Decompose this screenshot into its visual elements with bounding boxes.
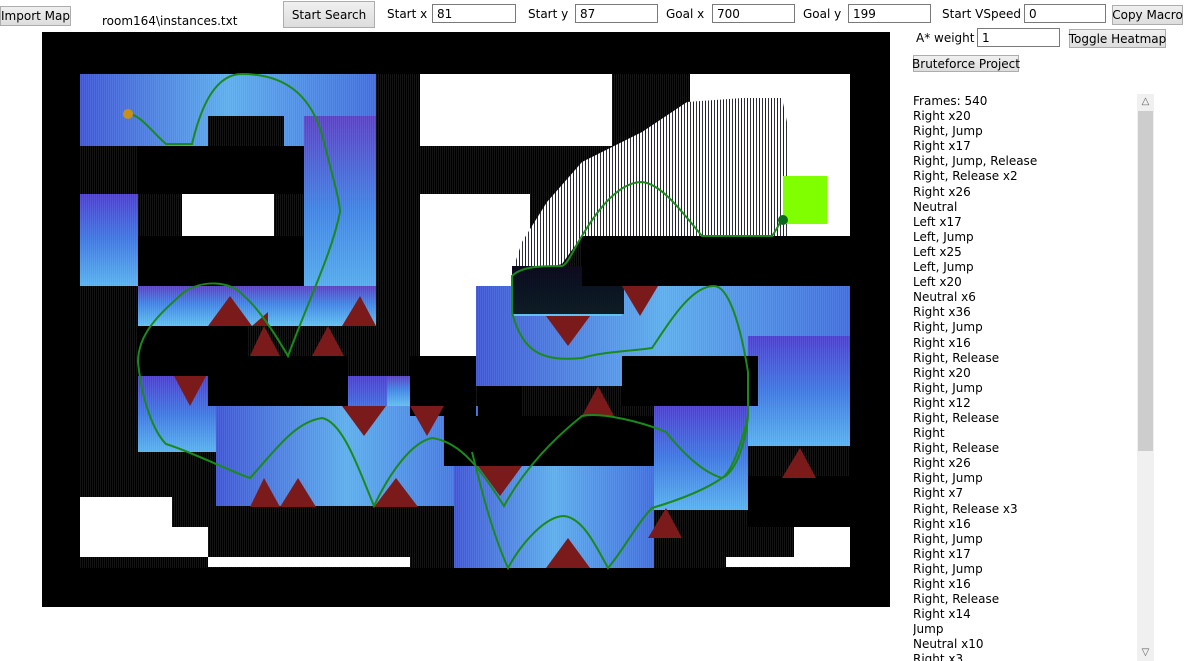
goal-y-label: Goal y — [803, 7, 842, 21]
goal-zone — [783, 176, 827, 224]
macro-list-item[interactable]: Right x16 — [913, 336, 1133, 351]
macro-list-item[interactable]: Right, Jump — [913, 320, 1133, 335]
import-map-button[interactable]: Import Map — [0, 6, 71, 26]
goal-x-input[interactable] — [712, 4, 795, 23]
goal-y-input[interactable] — [848, 4, 931, 23]
wall-block — [748, 476, 850, 527]
file-path-label: room164\instances.txt — [102, 14, 238, 28]
macro-list-item[interactable]: Right, Release — [913, 441, 1133, 456]
start-vspeed-input[interactable] — [1024, 4, 1106, 23]
wall-block — [138, 236, 304, 286]
start-x-input[interactable] — [432, 4, 516, 23]
macro-list-item[interactable]: Right, Jump — [913, 532, 1133, 547]
macro-list-item[interactable]: Right x36 — [913, 305, 1133, 320]
macro-list-item[interactable]: Frames: 540 — [913, 94, 1133, 109]
macro-list-item[interactable]: Jump — [913, 622, 1133, 637]
astar-weight-input[interactable] — [977, 28, 1060, 47]
macro-list-item[interactable]: Right, Release — [913, 592, 1133, 607]
macro-list-item[interactable]: Right x20 — [913, 109, 1133, 124]
start-vspeed-label: Start VSpeed — [942, 7, 1021, 21]
map-canvas[interactable] — [42, 32, 890, 607]
map-render — [80, 72, 850, 571]
macro-list-item[interactable]: Left x20 — [913, 275, 1133, 290]
macro-list-item[interactable]: Right, Jump — [913, 381, 1133, 396]
macro-list-item[interactable]: Right x20 — [913, 366, 1133, 381]
macro-list-item[interactable]: Right x16 — [913, 577, 1133, 592]
macro-list-item[interactable]: Neutral x6 — [913, 290, 1133, 305]
start-y-label: Start y — [528, 7, 569, 21]
macro-list-item[interactable]: Right x14 — [913, 607, 1133, 622]
macro-list-item[interactable]: Right, Jump — [913, 562, 1133, 577]
macro-list-item[interactable]: Neutral x10 — [913, 637, 1133, 652]
macro-list-item[interactable]: Right x26 — [913, 185, 1133, 200]
macro-list-item[interactable]: Right, Jump — [913, 124, 1133, 139]
macro-list-item[interactable]: Neutral — [913, 200, 1133, 215]
macro-list-item[interactable]: Right x7 — [913, 486, 1133, 501]
wall-block — [208, 356, 348, 406]
start-y-input[interactable] — [575, 4, 658, 23]
macro-list-item[interactable]: Right x26 — [913, 456, 1133, 471]
macro-list-item[interactable]: Right x17 — [913, 547, 1133, 562]
macro-list-item[interactable]: Right x12 — [913, 396, 1133, 411]
macro-list-item[interactable]: Right, Jump, Release — [913, 154, 1133, 169]
wall-block — [138, 146, 304, 194]
macro-list-item[interactable]: Right, Release x2 — [913, 169, 1133, 184]
toggle-heatmap-button[interactable]: Toggle Heatmap — [1069, 29, 1166, 48]
wall-block — [582, 236, 850, 286]
start-search-button[interactable]: Start Search — [283, 1, 375, 28]
macro-list-item[interactable]: Right, Jump — [913, 471, 1133, 486]
macro-list-item[interactable]: Right x17 — [913, 139, 1133, 154]
goal-x-label: Goal x — [666, 7, 705, 21]
end-marker — [778, 215, 788, 225]
astar-weight-label: A* weight — [916, 31, 975, 45]
macro-list-item[interactable]: Right x16 — [913, 517, 1133, 532]
macro-list-item[interactable]: Right, Release — [913, 411, 1133, 426]
chevron-down-icon[interactable]: ▽ — [1137, 645, 1154, 661]
wall-block — [444, 416, 654, 466]
bruteforce-project-button[interactable]: Bruteforce Project — [912, 55, 1020, 72]
macro-list-item[interactable]: Right, Release x3 — [913, 502, 1133, 517]
scroll-thumb[interactable] — [1138, 111, 1153, 451]
start-x-label: Start x — [387, 7, 428, 21]
macro-list-item[interactable]: Left, Jump — [913, 260, 1133, 275]
wall-block — [622, 356, 758, 406]
copy-macro-button[interactable]: Copy Macro — [1112, 5, 1183, 25]
macro-list-item[interactable]: Left, Jump — [913, 230, 1133, 245]
macro-list-item[interactable]: Right, Release — [913, 351, 1133, 366]
macro-list-item[interactable]: Left x17 — [913, 215, 1133, 230]
macro-list-item[interactable]: Left x25 — [913, 245, 1133, 260]
macro-list-item[interactable]: Right — [913, 426, 1133, 441]
macro-list-item[interactable]: Right x3 — [913, 652, 1133, 661]
chevron-up-icon[interactable]: △ — [1137, 94, 1154, 110]
macro-list-scrollbar[interactable]: △ ▽ — [1137, 94, 1154, 661]
macro-list[interactable]: Frames: 540 Right x20 Right, Jump Right x17… — [913, 94, 1133, 661]
start-marker — [123, 109, 133, 119]
wall-block — [478, 386, 522, 416]
